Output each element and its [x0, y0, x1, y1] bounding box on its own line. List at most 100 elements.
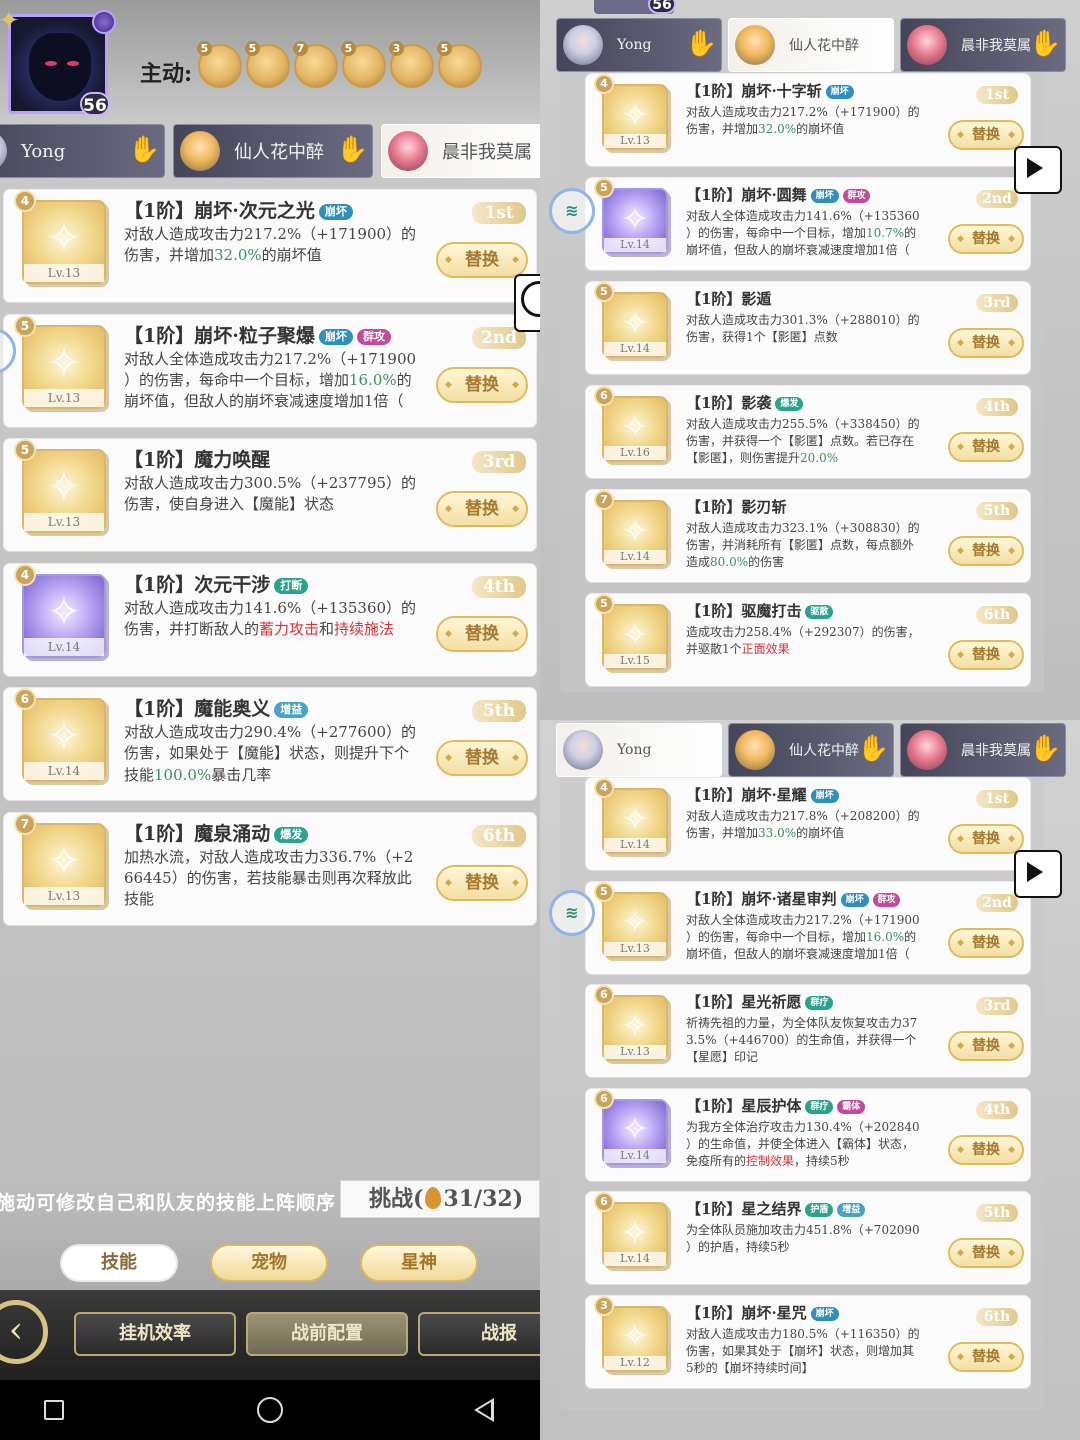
skill-card[interactable]: ✧ Lv.14 6 【1阶】星辰护体 群疗 霸体 为我方全体治疗攻击力130.4%（+202…	[586, 1088, 1030, 1181]
back-nav-icon[interactable]	[474, 1398, 494, 1422]
description-line: 技能100.0%暴击几率	[124, 765, 272, 784]
description-line: 3.5%（+446700）的生命值，并获得一个	[686, 1033, 917, 1048]
active-skill-coin[interactable]: 5	[341, 41, 386, 88]
skill-tag: 崩坏	[318, 328, 353, 345]
skill-description: 对敌人造成攻击力217.8%（+208200）的 伤害，并增加33.0%的崩坏值	[686, 808, 938, 842]
skill-description: 为全体队员施加攻击力451.8%（+702090 ）的护盾，持续5秒	[686, 1222, 938, 1256]
skill-rank-badge: 1st	[976, 790, 1018, 808]
character-tab[interactable]: Yong ✋	[556, 18, 722, 72]
replace-button[interactable]: 替换	[948, 1134, 1024, 1165]
skill-title: 【1阶】崩坏·圆舞 崩坏 群攻	[686, 184, 871, 205]
coin-level: 5	[341, 41, 356, 56]
skill-name: 【1阶】星光祈愿	[686, 993, 802, 1011]
wifi-float-icon[interactable]: ≋	[549, 890, 595, 936]
skill-card[interactable]: ✧ Lv.13 5 【1阶】崩坏·粒子聚爆 崩坏 群攻 对敌人全体造成攻击力217.2%（+…	[4, 314, 536, 427]
replace-button[interactable]: 替换	[948, 1341, 1024, 1372]
skill-card[interactable]: ✧ Lv.13 6 【1阶】星光祈愿 群疗 祈祷先祖的力量，为全体队友恢复攻击力37 3.5…	[586, 985, 1030, 1077]
replace-button[interactable]: 替换	[436, 864, 528, 901]
character-tab[interactable]: 晨非我莫属 ✋	[900, 723, 1066, 777]
replace-button[interactable]: 替换	[948, 824, 1024, 854]
skill-card[interactable]: ✧ Lv.13 4 【1阶】崩坏·十字斩 崩坏 对敌人造成攻击力217.2%（+17190…	[586, 74, 1030, 166]
side-float-button[interactable]	[514, 274, 540, 332]
skill-card[interactable]: ✧ Lv.13 5 【1阶】魔力唤醒 对敌人造成攻击力300.5%（+237795）的伤…	[4, 439, 536, 551]
active-skill-coin[interactable]: 5	[245, 41, 290, 88]
skill-glyph-icon: ✧	[46, 835, 82, 885]
skill-card[interactable]: ✧ Lv.12 3 【1阶】崩坏·星咒 崩坏 对敌人造成攻击力180.5%（+116350…	[586, 1295, 1030, 1388]
skill-card[interactable]: ✧ Lv.15 5 【1阶】驱魔打击 驱散 造成攻击力258.4%（+292307）的伤害…	[586, 594, 1030, 686]
character-tab[interactable]: 仙人花中醉 ✋	[173, 124, 373, 178]
play-icon	[1027, 862, 1043, 882]
skill-card[interactable]: ✧ Lv.13 5 【1阶】崩坏·诸星审判 崩坏 群攻 对敌人全体造成攻击力217.2%（+…	[586, 881, 1030, 974]
replace-button[interactable]: 替换	[948, 120, 1024, 150]
character-tab[interactable]: Yong	[556, 723, 722, 777]
skill-name: 【1阶】魔能奥义	[124, 698, 271, 720]
battle-report-button[interactable]: 战报	[418, 1312, 540, 1356]
replace-button[interactable]: 替换	[436, 242, 528, 278]
active-skill-coin[interactable]: 3	[389, 41, 434, 88]
replace-button[interactable]: 替换	[948, 927, 1024, 958]
play-button[interactable]	[1014, 146, 1062, 194]
tab-star-gods[interactable]: 星神	[360, 1244, 478, 1282]
home-icon[interactable]	[257, 1397, 283, 1423]
description-line: 加热水流，对敌人造成攻击力336.7%（+2	[124, 847, 414, 866]
skill-card[interactable]: ✧ Lv.13 4 【1阶】崩坏·次元之光 崩坏 对敌人造成攻击力217.2%（+1719…	[4, 190, 536, 302]
skill-icon: ✧ Lv.15	[602, 604, 668, 670]
description-line: 伤害，并增加32.0%的崩坏值	[124, 246, 322, 265]
skill-description: 对敌人全体造成攻击力217.2%（+171900 ）的伤害，每命中一个目标，增加1…	[124, 349, 424, 413]
pre-battle-config-button[interactable]: 战前配置	[246, 1312, 408, 1356]
description-line: 对敌人造成攻击力141.6%（+135360）的	[124, 598, 417, 617]
challenge-button[interactable]: 挑战(31/32)	[340, 1180, 540, 1218]
idle-efficiency-button[interactable]: 挂机效率	[74, 1312, 236, 1356]
tab-pets[interactable]: 宠物	[210, 1244, 328, 1282]
character-tab-label: 仙人花中醉	[789, 743, 859, 759]
active-skill-coin[interactable]: 7	[293, 41, 338, 88]
replace-button[interactable]: 替换	[948, 1238, 1024, 1268]
description-line: ）的生命值，并使全体进入【霸体】状态，	[686, 1136, 915, 1151]
skill-rank-badge: 5th	[976, 1204, 1018, 1222]
character-tab[interactable]: Yong ✋	[0, 124, 165, 178]
skill-card[interactable]: ✧ Lv.14 6 【1阶】星之结界 护盾 增益 为全体队员施加攻击力451.8%（+702…	[586, 1192, 1030, 1284]
skill-level: Lv.14	[604, 550, 666, 564]
skill-tag: 增益	[837, 1203, 866, 1217]
recents-icon[interactable]	[44, 1400, 64, 1420]
replace-button[interactable]: 替换	[948, 640, 1024, 670]
skill-card[interactable]: ✧ Lv.13 7 【1阶】魔泉涌动 爆发 加热水流，对敌人造成攻击力336.7%（+2 6…	[4, 812, 536, 925]
skill-rank-badge: 2nd	[976, 190, 1018, 208]
replace-button[interactable]: 替换	[436, 740, 528, 776]
replace-button[interactable]: 替换	[436, 615, 528, 652]
skill-icon: ✧ Lv.14	[602, 292, 668, 358]
active-skill-coin[interactable]: 5	[437, 41, 482, 88]
skill-card[interactable]: ✧ Lv.14 7 【1阶】影刃斩 对敌人造成攻击力323.1%（+308830）的 伤害…	[586, 490, 1030, 582]
character-tab-label: Yong	[21, 140, 66, 162]
skill-description: 造成攻击力258.4%（+292307）的伤害， 并驱散1个正面效果	[686, 624, 938, 658]
skill-level: Lv.16	[604, 446, 666, 460]
replace-button[interactable]: 替换	[436, 491, 528, 527]
wifi-float-icon[interactable]: ≋	[549, 188, 595, 234]
replace-button[interactable]: 替换	[436, 366, 528, 403]
active-skill-coin[interactable]: 5	[197, 41, 242, 88]
character-tab[interactable]: 仙人花中醉 ✋	[728, 723, 894, 777]
skill-description: 对敌人造成攻击力300.5%（+237795）的 伤害，使自身进入【魔能】状态	[124, 473, 424, 516]
character-tab[interactable]: 晨非我莫属 ✋	[900, 18, 1066, 72]
skill-card[interactable]: ✧ Lv.14 5 【1阶】影遁 对敌人造成攻击力301.3%（+288010）的 伤害，…	[586, 282, 1030, 374]
replace-button[interactable]: 替换	[948, 1031, 1024, 1061]
character-avatar	[907, 25, 947, 65]
character-tab-label: 仙人花中醉	[789, 38, 859, 54]
skill-card[interactable]: ✧ Lv.14 4 【1阶】崩坏·星耀 崩坏 对敌人造成攻击力217.8%（+208200…	[586, 778, 1030, 870]
character-tab[interactable]: 晨非我莫属	[381, 124, 540, 178]
replace-button[interactable]: 替换	[948, 328, 1024, 358]
replace-button[interactable]: 替换	[948, 224, 1024, 254]
skill-glyph-icon: ✧	[46, 337, 82, 387]
skill-card[interactable]: ✧ Lv.16 6 【1阶】影袭 爆发 对敌人造成攻击力255.5%（+338450）的伤…	[586, 386, 1030, 478]
skill-description: 对敌人全体造成攻击力217.2%（+171900 ）的伤害，每命中一个目标，增加1…	[686, 912, 938, 963]
skill-order-number: 5	[14, 439, 36, 461]
tab-skills[interactable]: 技能	[60, 1244, 178, 1282]
play-button[interactable]	[1014, 850, 1062, 898]
replace-button[interactable]: 替换	[948, 536, 1024, 566]
skill-card[interactable]: ✧ Lv.14 4 【1阶】次元干涉 打断 对敌人造成攻击力141.6%（+135360）…	[4, 563, 536, 676]
skill-card[interactable]: ✧ Lv.14 5 【1阶】崩坏·圆舞 崩坏 群攻 对敌人全体造成攻击力141.6%（+13…	[586, 178, 1030, 270]
character-tab[interactable]: 仙人花中醉	[728, 18, 894, 72]
skill-name: 【1阶】崩坏·圆舞	[686, 186, 807, 204]
replace-button[interactable]: 替换	[948, 432, 1024, 462]
skill-card[interactable]: ✧ Lv.14 6 【1阶】魔能奥义 增益 对敌人造成攻击力290.4%（+277600）…	[4, 688, 536, 800]
